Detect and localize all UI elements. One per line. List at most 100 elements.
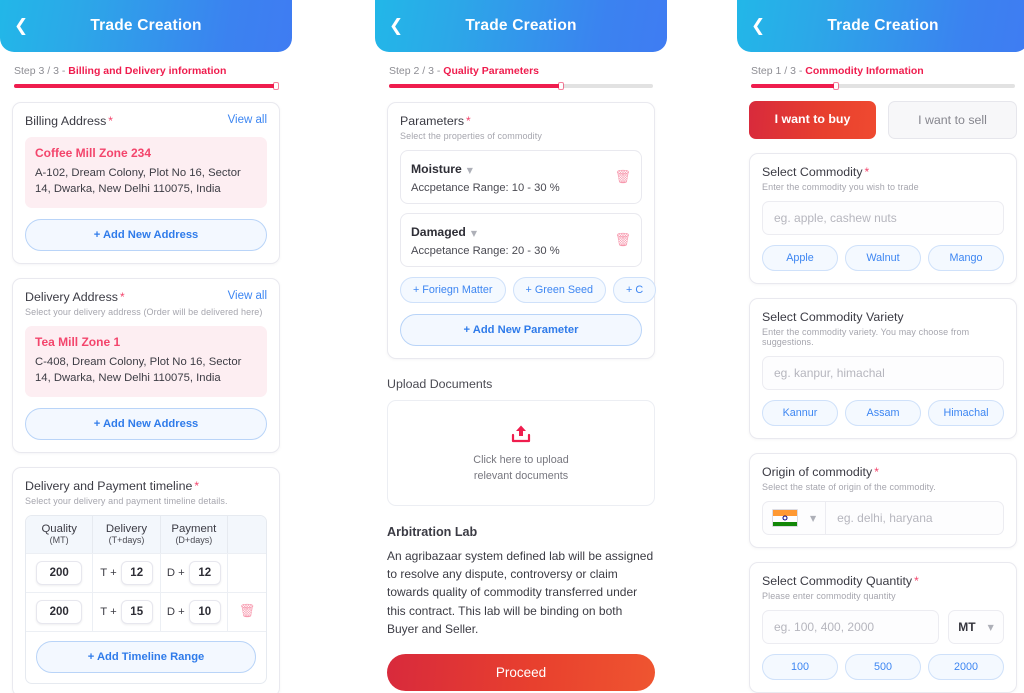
page-title: Trade Creation: [90, 17, 202, 34]
delivery-view-all-link[interactable]: View all: [228, 290, 267, 302]
cell-quality: 200: [26, 553, 94, 592]
cell-quality: 200: [26, 592, 94, 631]
quality-input[interactable]: 200: [36, 560, 83, 585]
delete-parameter-icon[interactable]: 🗑: [614, 233, 631, 248]
parameter-item: Moisture ▼ Accpetance Range: 10 - 30 % 🗑: [400, 150, 642, 204]
arbitration-lab-title: Arbitration Lab: [387, 525, 478, 539]
column-delivery: Delivery (T+days): [93, 515, 161, 553]
upload-text-line2: relevant documents: [473, 469, 569, 482]
required-asterisk: *: [874, 465, 879, 479]
delivery-address-selected[interactable]: Tea Mill Zone 1 C-408, Dream Colony, Plo…: [25, 325, 267, 397]
billing-address-selected[interactable]: Coffee Mill Zone 234 A-102, Dream Colony…: [25, 137, 267, 208]
delivery-address-title-wrap: Delivery Address *: [25, 290, 125, 304]
chevron-left-icon[interactable]: ❮: [14, 17, 36, 35]
add-timeline-range-button[interactable]: + Add Timeline Range: [36, 640, 256, 673]
payment-prefix: D +: [166, 605, 185, 618]
origin-input[interactable]: [826, 502, 1003, 534]
column-quality: Quality (MT): [26, 515, 94, 553]
parameter-name-row[interactable]: Damaged ▼: [411, 223, 560, 241]
chevron-left-icon[interactable]: ❮: [751, 17, 773, 35]
select-commodity-title: Select Commodity: [762, 165, 863, 179]
add-billing-address-button[interactable]: + Add New Address: [25, 218, 267, 251]
suggestion-chip[interactable]: Walnut: [845, 245, 921, 271]
billing-address-card: Billing Address * View all Coffee Mill Zo…: [12, 102, 280, 264]
column-payment-label: Payment: [171, 522, 217, 535]
add-delivery-address-button[interactable]: + Add New Address: [25, 407, 267, 440]
quantity-suggestion-chips: 100 500 2000: [762, 654, 1004, 680]
column-quality-unit: (MT): [49, 534, 69, 545]
suggestion-chip[interactable]: Kannur: [762, 400, 838, 426]
delivery-prefix: T +: [100, 566, 117, 579]
billing-address-title-wrap: Billing Address *: [25, 114, 113, 128]
suggestion-chip[interactable]: + C: [613, 277, 657, 303]
panel-gap: [667, 0, 737, 693]
required-asterisk: *: [864, 165, 870, 179]
step-indicator-billing: Step 3 / 3 - Billing and Delivery inform…: [0, 52, 292, 77]
billing-view-all-link[interactable]: View all: [228, 114, 267, 126]
cell-payment: D + 10: [161, 592, 228, 631]
chevron-down-icon[interactable]: ▼: [810, 514, 816, 523]
step-label: Billing and Delivery information: [68, 65, 227, 77]
parameter-item: Damaged ▼ Accpetance Range: 20 - 30 % 🗑: [400, 213, 642, 267]
chevron-left-icon[interactable]: ❮: [389, 17, 411, 35]
timeline-table-header: Quality (MT) Delivery (T+days) Payment (…: [26, 515, 266, 553]
timeline-subtitle: Select your delivery and payment timelin…: [25, 495, 228, 506]
parameter-info: Damaged ▼ Accpetance Range: 20 - 30 %: [411, 223, 560, 257]
quality-input[interactable]: 200: [36, 599, 83, 624]
commodity-suggestion-chips: Apple Walnut Mango: [762, 245, 1004, 271]
required-asterisk: *: [914, 574, 919, 588]
add-new-parameter-button[interactable]: + Add New Parameter: [400, 314, 642, 346]
progress-fill: [751, 84, 839, 88]
suggestion-chip[interactable]: 2000: [928, 654, 1004, 680]
parameter-range: Accpetance Range: 10 - 30 %: [411, 182, 560, 194]
payment-input[interactable]: 12: [188, 560, 221, 585]
origin-of-commodity-card: Origin of commodity * Select the state of…: [749, 453, 1017, 548]
suggestion-chip[interactable]: Himachal: [928, 400, 1004, 426]
payment-input[interactable]: 10: [188, 599, 221, 624]
suggestion-chip[interactable]: Assam: [845, 400, 921, 426]
timeline-table: Quality (MT) Delivery (T+days) Payment (…: [25, 514, 267, 684]
parameters-title: Parameters: [400, 114, 465, 128]
chevron-down-icon[interactable]: ▼: [988, 623, 994, 632]
trade-intent-toggle: I want to buy I want to sell: [749, 101, 1017, 139]
upload-dropzone[interactable]: Click here to upload relevant documents: [387, 400, 655, 506]
quantity-input[interactable]: [762, 610, 939, 644]
page-title: Trade Creation: [827, 17, 939, 34]
suggestion-chip[interactable]: Mango: [928, 245, 1004, 271]
chevron-down-icon[interactable]: ▼: [467, 166, 473, 175]
proceed-button[interactable]: Proceed: [387, 654, 655, 692]
delete-parameter-icon[interactable]: 🗑: [614, 170, 631, 185]
cell-payment: D + 12: [161, 553, 228, 592]
chevron-down-icon[interactable]: ▼: [471, 229, 477, 238]
delivery-payment-timeline-card: Delivery and Payment timeline * Select yo…: [12, 466, 280, 693]
select-commodity-variety-card: Select Commodity Variety Enter the commo…: [749, 298, 1017, 439]
i-want-to-buy-button[interactable]: I want to buy: [749, 101, 876, 139]
upload-icon: [511, 425, 531, 442]
progress-knob: [834, 83, 839, 89]
suggestion-chip[interactable]: Apple: [762, 245, 838, 271]
quantity-title-wrap: Select Commodity Quantity *: [762, 574, 1004, 588]
delivery-input[interactable]: 15: [120, 599, 153, 624]
quantity-unit-select[interactable]: MT ▼: [948, 610, 1004, 644]
suggestion-chip[interactable]: + Foriegn Matter: [400, 277, 506, 303]
required-asterisk: *: [119, 289, 125, 304]
progress-knob: [274, 83, 278, 89]
suggestion-chip[interactable]: 100: [762, 654, 838, 680]
cell-actions: [228, 566, 266, 580]
progress-fill: [14, 84, 278, 88]
country-selector[interactable]: ▼: [763, 502, 827, 534]
delivery-prefix: T +: [100, 605, 117, 618]
select-commodity-card: Select Commodity * Enter the commodity yo…: [749, 153, 1017, 284]
suggestion-chip[interactable]: 500: [845, 654, 921, 680]
delivery-address-subtitle: Select your delivery address (Order will…: [25, 306, 263, 317]
suggestion-chip[interactable]: + Green Seed: [512, 277, 607, 303]
i-want-to-sell-button[interactable]: I want to sell: [888, 101, 1017, 139]
parameter-name-row[interactable]: Moisture ▼: [411, 160, 560, 178]
commodity-input[interactable]: [762, 201, 1004, 235]
delete-row-icon[interactable]: 🗑: [239, 604, 256, 619]
required-asterisk: *: [194, 478, 200, 493]
variety-input[interactable]: [762, 356, 1004, 390]
delivery-input[interactable]: 12: [120, 560, 153, 585]
origin-title-wrap: Origin of commodity *: [762, 465, 1004, 479]
upload-text-line1: Click here to upload: [473, 453, 569, 466]
